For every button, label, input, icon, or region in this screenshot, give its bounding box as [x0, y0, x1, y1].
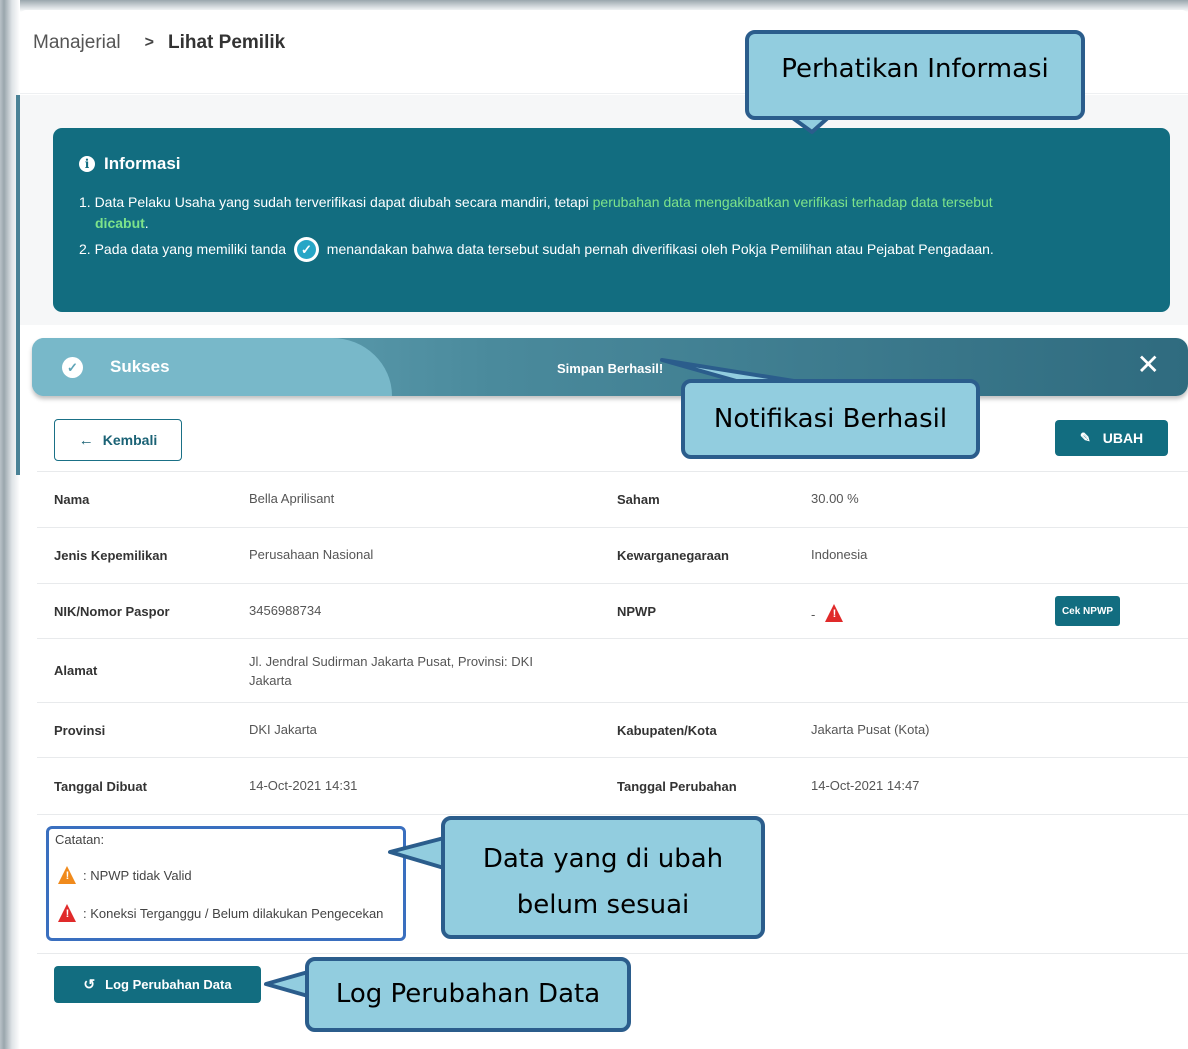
- callout-tail-log: [264, 970, 310, 998]
- callout-info: Perhatikan Informasi: [745, 30, 1085, 120]
- callout-notes-line2: belum sesuai: [516, 890, 690, 920]
- callout-notes-line1: Data yang di ubah: [482, 844, 724, 874]
- callout-tail-notes: [388, 836, 446, 870]
- callout-notes: Data yang di ubah belum sesuai: [441, 816, 765, 939]
- callout-success: Notifikasi Berhasil: [681, 379, 980, 459]
- callout-log: Log Perubahan Data: [305, 957, 631, 1032]
